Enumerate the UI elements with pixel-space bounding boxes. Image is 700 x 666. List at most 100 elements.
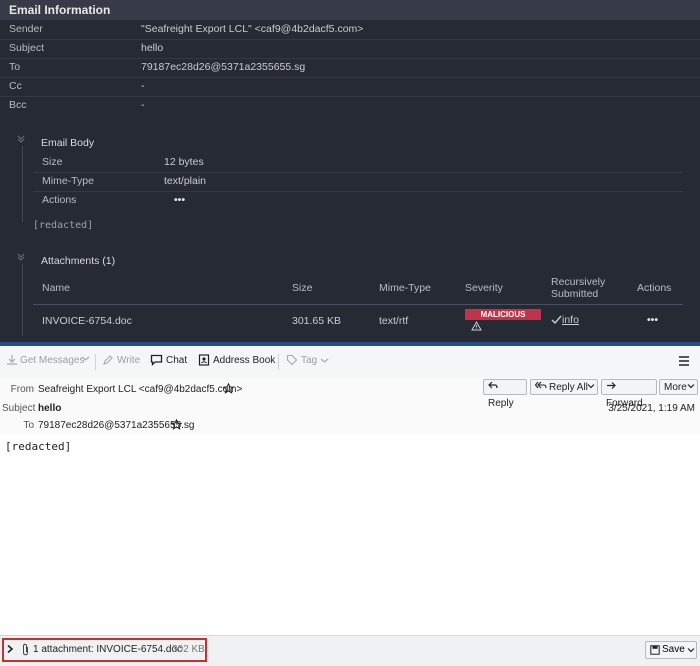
tag-label: Tag [301, 354, 318, 366]
attachments-table-header: Name Size Mime-Type Severity Recursively… [33, 276, 683, 305]
actions-menu-button[interactable]: ••• [174, 191, 185, 210]
collapse-chevron-icon[interactable] [16, 252, 26, 265]
attachment-bar: 1 attachment: INVOICE-6754.doc 302 KB Sa… [0, 635, 700, 666]
field-value: 79187ec28d26@5371a2355655.sg [141, 61, 306, 73]
field-label: Cc [9, 80, 22, 92]
warning-icon [471, 320, 482, 334]
write-button[interactable]: Write [102, 354, 140, 366]
email-body-row-actions: Actions ••• [33, 191, 683, 210]
reply-label: Reply [488, 398, 514, 409]
reply-all-button[interactable]: Reply All [530, 379, 598, 395]
save-button[interactable]: Save [645, 641, 697, 659]
field-value: - [141, 80, 145, 92]
attachment-summary[interactable]: 1 attachment: INVOICE-6754.doc 302 KB [2, 638, 207, 662]
pencil-icon [103, 355, 113, 365]
collapse-chevron-icon[interactable] [16, 134, 26, 147]
field-row-sender: Sender "Seafreight Export LCL" <caf9@4b2… [0, 20, 700, 40]
column-header-severity: Severity [465, 282, 503, 294]
section-guide-line [22, 264, 23, 336]
column-header-recursive: Recursively Submitted [551, 276, 606, 300]
message-body-text: [redacted] [5, 440, 72, 453]
field-row-to: To 79187ec28d26@5371a2355655.sg [0, 58, 700, 78]
attachment-size: 302 KB [172, 644, 205, 655]
save-disk-icon [650, 645, 660, 658]
chevron-down-icon [81, 356, 90, 361]
email-body-content: [redacted] [33, 220, 94, 231]
paperclip-icon [21, 643, 30, 659]
get-messages-label: Get Messages [20, 354, 85, 366]
analysis-panel: Email Information Sender "Seafreight Exp… [0, 0, 700, 344]
chat-bubble-icon [150, 354, 163, 366]
to-label: To [23, 420, 34, 431]
reply-all-label: Reply All [549, 382, 588, 393]
toolbar-separator [278, 354, 279, 370]
mail-toolbar: Get Messages Write Chat Address Book Tag [0, 346, 700, 379]
attachment-size: 301.65 KB [292, 315, 342, 327]
hamburger-menu-icon [679, 356, 689, 366]
email-body-row-mime: Mime-Type text/plain [33, 172, 683, 192]
chat-button[interactable]: Chat [150, 354, 187, 366]
field-row-cc: Cc - [0, 77, 700, 97]
checkmark-icon [551, 315, 562, 325]
address-book-icon [198, 354, 210, 366]
row-label: Mime-Type [42, 175, 94, 187]
email-body-title: Email Body [41, 137, 95, 149]
from-value[interactable]: Seafreight Export LCL <caf9@4b2dacf5.com… [38, 384, 242, 395]
chevron-down-icon[interactable] [587, 380, 595, 396]
severity-badge: MALICIOUS [465, 309, 541, 320]
reply-all-arrow-icon [534, 380, 549, 396]
attachment-name: INVOICE-6754.doc [42, 315, 132, 327]
field-label: Subject [9, 42, 45, 54]
chevron-down-icon [687, 380, 695, 396]
star-icon[interactable] [170, 418, 183, 433]
save-label: Save [662, 644, 685, 655]
field-label: To [9, 61, 21, 73]
reply-button[interactable]: Reply [483, 379, 527, 409]
more-label: More [664, 382, 687, 393]
message-body: [redacted] [0, 434, 700, 635]
table-row: INVOICE-6754.doc 301.65 KB text/rtf MALI… [33, 305, 683, 337]
row-value: text/plain [164, 175, 207, 187]
message-date: 3/25/2021, 1:19 AM [608, 403, 695, 414]
chevron-down-icon [320, 358, 329, 363]
tag-button[interactable]: Tag [286, 354, 329, 366]
address-book-label: Address Book [213, 354, 276, 366]
from-label: From [10, 384, 34, 395]
get-messages-button[interactable]: Get Messages [6, 354, 84, 366]
info-link-label: info [562, 314, 579, 326]
chevron-down-icon[interactable] [687, 646, 695, 657]
attachment-mime: text/rtf [379, 315, 409, 327]
attachments-title: Attachments (1) [41, 255, 116, 267]
tag-icon [286, 354, 298, 366]
row-value: 12 bytes [164, 156, 204, 168]
expand-toggle-icon[interactable] [6, 644, 14, 657]
field-row-bcc: Bcc - [0, 96, 700, 115]
field-value: hello [141, 42, 164, 54]
address-book-button[interactable]: Address Book [198, 354, 275, 366]
write-label: Write [117, 354, 141, 366]
forward-arrow-icon [606, 380, 619, 396]
star-icon[interactable] [222, 382, 235, 397]
recursive-info-link[interactable]: info [551, 314, 579, 326]
column-header-mime: Mime-Type [379, 282, 431, 294]
email-information-title: Email Information [0, 0, 700, 20]
app-menu-button[interactable] [678, 355, 690, 367]
get-messages-dropdown[interactable] [81, 354, 90, 363]
email-body-row-size: Size 12 bytes [33, 153, 683, 173]
subject-label: Subject [2, 403, 36, 414]
section-guide-line [22, 146, 23, 222]
attachment-actions-button[interactable]: ••• [647, 314, 658, 326]
message-header: From Seafreight Export LCL <caf9@4b2dacf… [0, 378, 700, 435]
subject-value: hello [38, 403, 62, 414]
column-header-actions: Actions [637, 282, 672, 294]
column-header-size: Size [292, 282, 313, 294]
forward-button[interactable]: Forward [601, 379, 657, 409]
attachment-label: 1 attachment: INVOICE-6754.doc [33, 644, 182, 655]
row-label: Actions [42, 194, 77, 206]
field-value: "Seafreight Export LCL" <caf9@4b2dacf5.c… [141, 23, 364, 35]
download-icon [7, 355, 17, 365]
column-header-name: Name [42, 282, 71, 294]
more-button[interactable]: More [659, 379, 698, 395]
field-row-subject: Subject hello [0, 39, 700, 59]
chat-label: Chat [166, 354, 188, 366]
